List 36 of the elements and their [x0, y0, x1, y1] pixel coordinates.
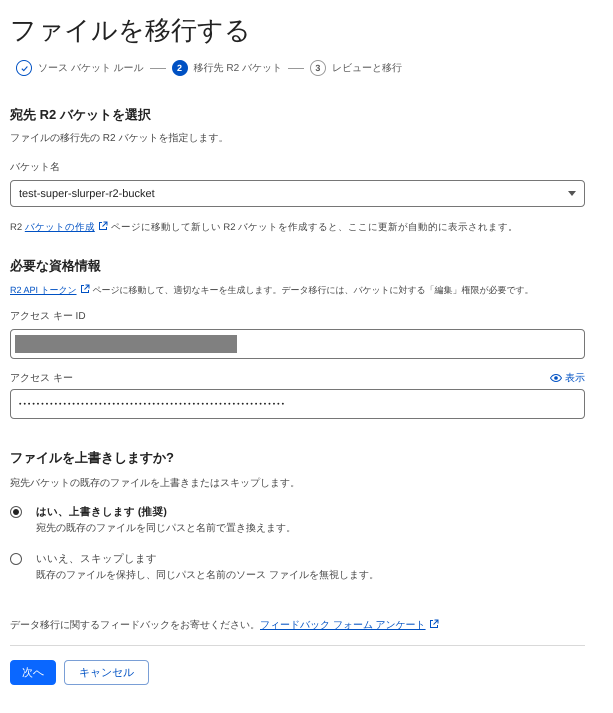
next-button[interactable]: 次へ: [10, 660, 56, 685]
section-heading: 宛先 R2 バケットを選択: [10, 106, 152, 124]
section-description: 宛先バケットの既存のファイルを上書きまたはスキップします。: [10, 477, 301, 491]
step-label: 移行先 R2 バケット: [194, 62, 282, 75]
hint-text: R2 API トークン ページに移動して、適切なキーを生成します。データ移行には、バケットに対する「編集」権限が必要です。: [10, 283, 535, 297]
hint-text: R2 バケットの作成 ページに移動して新しい R2 バケットを作成すると、ここに更新が自動的に表示されます。: [10, 221, 520, 235]
show-button[interactable]: 表示: [550, 371, 585, 385]
section-heading: ファイルを上書きしますか?: [10, 449, 175, 467]
bucket-select[interactable]: test-super-slurper-r2-bucket: [10, 180, 585, 207]
create-bucket-link[interactable]: バケットの作成: [24, 222, 95, 233]
cancel-button[interactable]: キャンセル: [64, 660, 149, 685]
option-label: いいえ、スキップします: [36, 552, 158, 566]
option-description: 既存のファイルを保持し、同じパスと名前のソース ファイルを無視します。: [36, 569, 379, 583]
radio-button[interactable]: [10, 553, 22, 565]
feedback-text: データ移行に関するフィードバックをお寄せください。フィードバック フォーム アンケート: [10, 619, 585, 633]
external-link-icon: [428, 619, 439, 629]
access-key-id-field[interactable]: [10, 329, 585, 359]
external-link-icon: [80, 284, 90, 294]
field-label: バケット名: [10, 161, 61, 174]
section-heading: 必要な資格情報: [10, 257, 102, 275]
step-label: ソース バケット ルール: [38, 62, 144, 75]
step-number: 2: [172, 60, 188, 76]
api-token-link[interactable]: R2 API トークン: [10, 285, 77, 295]
option-description: 宛先の既存のファイルを同じパスと名前で置き換えます。: [36, 522, 296, 536]
step-label: レビューと移行: [332, 62, 402, 75]
field-label: アクセス キー ID: [10, 310, 87, 323]
eye-icon: [550, 374, 562, 382]
external-link-icon: [98, 221, 108, 231]
feedback-link[interactable]: フィードバック フォーム アンケート: [260, 620, 426, 631]
option-label: はい、上書きします (推奨): [36, 505, 168, 519]
page-title: ファイルを移行する: [10, 14, 252, 47]
step-number: 3: [310, 60, 326, 76]
radio-button[interactable]: [10, 506, 22, 518]
section-description: ファイルの移行先の R2 バケットを指定します。: [10, 132, 230, 146]
dropdown-caret-icon: [568, 191, 576, 196]
field-label: アクセス キー: [10, 372, 73, 385]
